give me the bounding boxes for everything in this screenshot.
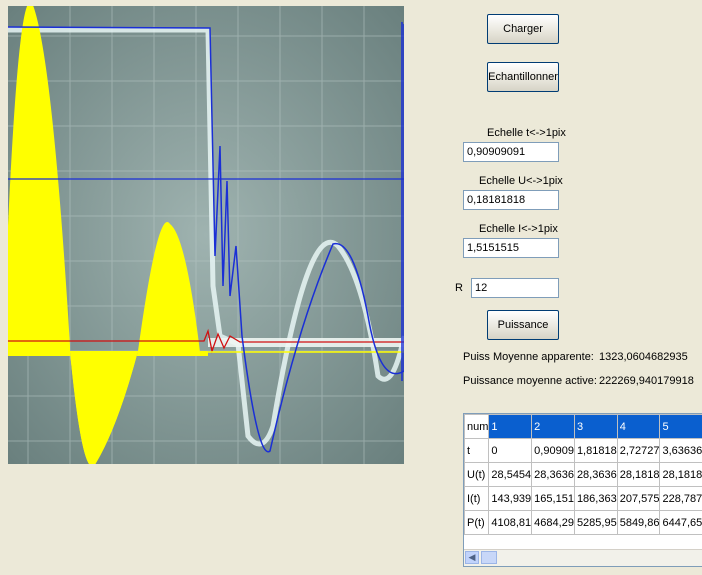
r-input[interactable] — [471, 278, 559, 298]
table-cell[interactable]: 2,72727 — [616, 438, 661, 463]
scroll-thumb[interactable] — [481, 551, 497, 564]
r-label: R — [455, 282, 463, 294]
table-cell[interactable]: 28,1818 — [616, 462, 661, 487]
header-cell[interactable]: 5 — [659, 414, 702, 439]
table-cell[interactable]: 4684,29 — [531, 510, 575, 535]
active-label: Puissance moyenne active: — [463, 375, 597, 387]
echelle-i-label: Echelle I<->1pix — [479, 223, 558, 235]
table-cell[interactable]: 28,1818 — [659, 462, 702, 487]
echelle-t-label: Echelle t<->1pix — [487, 127, 566, 139]
row-label: I(t) — [464, 486, 490, 511]
active-value: 222269,940179918 — [599, 375, 694, 387]
table-cell[interactable]: 1,81818 — [573, 438, 618, 463]
table-cell[interactable]: 28,3636 — [531, 462, 575, 487]
echelle-i-input[interactable] — [463, 238, 559, 258]
header-cell[interactable]: 1 — [488, 414, 533, 439]
echelle-t-input[interactable] — [463, 142, 559, 162]
table-cell[interactable]: 5285,95 — [573, 510, 618, 535]
table-cell[interactable]: 28,5454 — [488, 462, 533, 487]
oscilloscope-image — [8, 6, 404, 464]
table-row: P(t) 4108,81 4684,29 5285,95 5849,86 644… — [464, 510, 702, 535]
header-cell[interactable]: 3 — [573, 414, 618, 439]
row-label: P(t) — [464, 510, 490, 535]
header-cell: num — [464, 414, 490, 439]
header-cell[interactable]: 4 — [616, 414, 661, 439]
apparente-value: 1323,0604682935 — [599, 351, 688, 363]
row-label: t — [464, 438, 490, 463]
echantillonner-button[interactable]: Echantillonner — [487, 62, 559, 92]
table-cell[interactable]: 186,363 — [573, 486, 618, 511]
table-cell[interactable]: 0 — [488, 438, 533, 463]
row-label: U(t) — [464, 462, 490, 487]
table-cell[interactable]: 5849,86 — [616, 510, 661, 535]
table-cell[interactable]: 207,575 — [616, 486, 661, 511]
echelle-u-input[interactable] — [463, 190, 559, 210]
header-cell[interactable]: 2 — [531, 414, 575, 439]
table-header-row: num 1 2 3 4 5 — [464, 414, 702, 439]
table-cell[interactable]: 0,90909 — [531, 438, 575, 463]
table-cell[interactable]: 6447,65 — [659, 510, 702, 535]
table-row: U(t) 28,5454 28,3636 28,3636 28,1818 28,… — [464, 462, 702, 487]
horizontal-scrollbar[interactable]: ◀ — [464, 549, 702, 566]
oscilloscope-plot — [8, 6, 404, 464]
echelle-u-label: Echelle U<->1pix — [479, 175, 563, 187]
apparente-label: Puiss Moyenne apparente: — [463, 351, 594, 363]
table-row: t 0 0,90909 1,81818 2,72727 3,63636 — [464, 438, 702, 463]
data-table: num 1 2 3 4 5 t 0 0,90909 1,81818 2,7272… — [464, 414, 702, 535]
table-cell[interactable]: 228,787 — [659, 486, 702, 511]
charger-button[interactable]: Charger — [487, 14, 559, 44]
table-row: I(t) 143,939 165,151 186,363 207,575 228… — [464, 486, 702, 511]
puissance-button[interactable]: Puissance — [487, 310, 559, 340]
table-cell[interactable]: 4108,81 — [488, 510, 533, 535]
scroll-left-arrow-icon[interactable]: ◀ — [465, 551, 479, 564]
data-grid[interactable]: num 1 2 3 4 5 t 0 0,90909 1,81818 2,7272… — [463, 413, 702, 567]
table-cell[interactable]: 3,63636 — [659, 438, 702, 463]
table-cell[interactable]: 165,151 — [531, 486, 575, 511]
table-cell[interactable]: 28,3636 — [573, 462, 618, 487]
table-cell[interactable]: 143,939 — [488, 486, 533, 511]
